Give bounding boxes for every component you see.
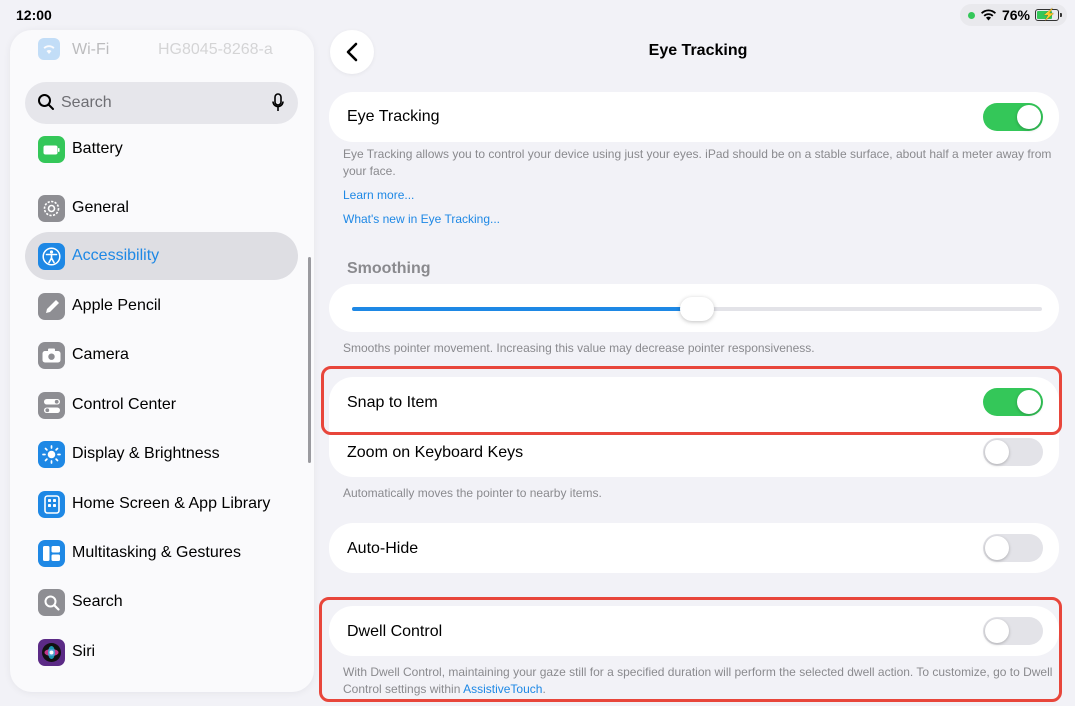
sidebar-item-label: Control Center (72, 396, 177, 413)
magnifier-icon (38, 94, 54, 110)
sidebar-item-label: Accessibility (72, 247, 160, 264)
accessibility-icon (38, 243, 65, 270)
sidebar-item-general[interactable]: General (25, 184, 298, 232)
sidebar-item-label: Camera (72, 346, 129, 363)
sidebar-item-battery[interactable]: Battery (25, 125, 298, 173)
auto-hide-label: Auto-Hide (347, 540, 419, 557)
dwell-control-description: With Dwell Control, maintaining your gaz… (343, 664, 1055, 698)
page-title: Eye Tracking (648, 42, 748, 59)
dwell-description-text: With Dwell Control, maintaining your gaz… (343, 665, 1053, 696)
zoom-keyboard-label: Zoom on Keyboard Keys (347, 444, 524, 461)
camera-icon (38, 342, 65, 369)
search-icon (38, 589, 65, 616)
sidebar-item-label: Home Screen & App Library (72, 495, 271, 512)
battery-percent: 76% (1001, 7, 1030, 23)
battery-status-icon: ⚡ (1035, 9, 1062, 21)
learn-more-link[interactable]: Learn more... (343, 188, 414, 202)
sun-icon (38, 441, 65, 468)
back-button[interactable] (330, 30, 374, 74)
sidebar-item-wifi[interactable]: Wi-Fi HG8045-8268-a (10, 32, 314, 66)
dwell-control-row: Dwell Control (329, 606, 1059, 656)
smoothing-header: Smoothing (347, 260, 431, 277)
pencil-icon (38, 293, 65, 320)
wifi-icon (38, 38, 60, 65)
sidebar-item-search[interactable]: Search (25, 578, 298, 626)
sidebar-item-label: General (72, 199, 129, 216)
auto-hide-toggle[interactable] (983, 534, 1043, 562)
eye-tracking-description: Eye Tracking allows you to control your … (343, 147, 1052, 178)
zoom-keyboard-description: Automatically moves the pointer to nearb… (343, 486, 602, 500)
sidebar-item-camera[interactable]: Camera (25, 331, 298, 379)
eye-tracking-row: Eye Tracking (329, 92, 1059, 142)
sidebar-item-label: Wi-Fi (72, 41, 110, 58)
multitasking-icon (38, 540, 65, 567)
assistivetouch-link[interactable]: AssistiveTouch (463, 682, 542, 696)
sidebar-search[interactable] (25, 82, 298, 124)
status-time: 12:00 (16, 7, 52, 23)
pointer-options-card: Snap to Item Zoom on Keyboard Keys (329, 377, 1059, 477)
home-screen-icon (38, 491, 65, 518)
sidebar-item-display-brightness[interactable]: Display & Brightness (25, 430, 298, 478)
status-bar: 12:00 76% ⚡ (0, 0, 1075, 30)
snap-to-item-toggle[interactable] (983, 388, 1043, 416)
sidebar-item-label: Battery (72, 140, 123, 157)
gear-icon (38, 195, 65, 222)
eye-tracking-label: Eye Tracking (347, 108, 440, 125)
sidebar-item-multitasking-gestures[interactable]: Multitasking & Gestures (25, 529, 298, 577)
dwell-control-label: Dwell Control (347, 623, 443, 640)
sidebar-item-label: Multitasking & Gestures (72, 544, 241, 561)
control-center-icon (38, 392, 65, 419)
sidebar-item-label: Search (72, 593, 123, 610)
auto-hide-row: Auto-Hide (329, 523, 1059, 573)
whats-new-link[interactable]: What's new in Eye Tracking... (343, 212, 500, 226)
zoom-keyboard-toggle[interactable] (983, 438, 1043, 466)
sidebar-item-accessibility[interactable]: Accessibility (25, 232, 298, 280)
eye-tracking-toggle[interactable] (983, 103, 1043, 131)
dwell-control-toggle[interactable] (983, 617, 1043, 645)
sidebar-item-label: Apple Pencil (72, 297, 161, 314)
sidebar-item-siri[interactable]: Siri (25, 628, 298, 676)
smoothing-slider-card (329, 284, 1059, 332)
sidebar-item-control-center[interactable]: Control Center (25, 381, 298, 429)
snap-to-item-label: Snap to Item (347, 394, 438, 411)
wifi-icon (980, 9, 996, 21)
sidebar-item-label: Display & Brightness (72, 445, 220, 462)
sidebar-item-label: Siri (72, 643, 96, 660)
microphone-icon[interactable] (272, 93, 284, 112)
privacy-indicator-dot (967, 11, 975, 19)
dwell-description-end: . (542, 682, 546, 696)
sidebar-scrollbar[interactable] (308, 257, 311, 463)
smoothing-slider-thumb[interactable] (680, 297, 714, 321)
battery-icon (38, 136, 65, 163)
sidebar-item-apple-pencil[interactable]: Apple Pencil (25, 282, 298, 330)
siri-icon (38, 639, 65, 666)
chevron-left-icon (346, 42, 358, 62)
sidebar: Wi-Fi HG8045-8268-a Battery General Access… (10, 30, 314, 692)
search-input[interactable] (61, 92, 261, 114)
status-indicators: 76% ⚡ (959, 4, 1067, 26)
wifi-network-name: HG8045-8268-a (158, 41, 273, 58)
smoothing-description: Smooths pointer movement. Increasing thi… (343, 341, 815, 355)
sidebar-item-home-screen-app-library[interactable]: Home Screen & App Library (25, 480, 298, 528)
smoothing-slider[interactable] (352, 297, 1042, 321)
